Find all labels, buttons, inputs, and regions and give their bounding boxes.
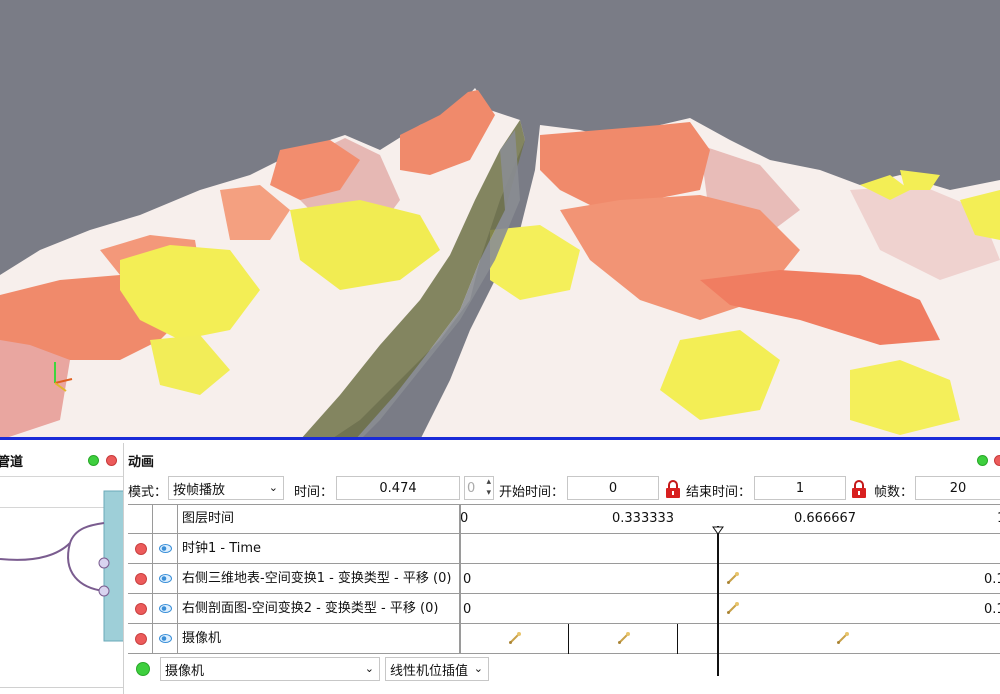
- interpolation-value: 线性机位插值: [390, 663, 469, 679]
- keyframe-end-value: 0.1: [984, 602, 1000, 617]
- panel-close-button[interactable]: [106, 455, 117, 466]
- start-time-input[interactable]: 0: [567, 476, 659, 500]
- remove-track-button[interactable]: [135, 633, 147, 645]
- track-label: 右侧剖面图-空间变换2 - 变换类型 - 平移 (0): [178, 594, 460, 624]
- lock-end-icon[interactable]: [850, 479, 868, 499]
- chevron-down-icon: ⌄: [473, 662, 483, 675]
- end-time-value: 1: [795, 480, 805, 496]
- end-time-label: 结束时间：: [686, 485, 752, 500]
- remove-track-button[interactable]: [135, 543, 147, 555]
- mode-select[interactable]: 按帧播放 ⌄: [168, 476, 284, 500]
- frames-label: 帧数：: [874, 485, 914, 500]
- timeline-ruler[interactable]: 0 0.333333 0.666667 1: [460, 504, 1000, 534]
- remove-track-button[interactable]: [135, 603, 147, 615]
- start-time-value: 0: [608, 480, 618, 496]
- keyframe-end-value: 0.1: [984, 572, 1000, 587]
- keyframe-icon[interactable]: [726, 601, 740, 615]
- lock-start-icon[interactable]: [664, 479, 682, 499]
- tick-label: 0.333333: [612, 511, 675, 526]
- frames-input[interactable]: 20: [915, 476, 1000, 500]
- keyframe-start-value: 0: [463, 572, 472, 587]
- 3d-terrain-view[interactable]: [0, 0, 1000, 440]
- end-time-input[interactable]: 1: [754, 476, 846, 500]
- chevron-down-icon: ⌄: [364, 662, 374, 675]
- keyframe-icon[interactable]: [508, 631, 522, 645]
- track-row[interactable]: 右侧剖面图-空间变换2 - 变换类型 - 平移 (0) 0 0.1: [128, 594, 1000, 624]
- eye-toggle-icon[interactable]: [159, 604, 172, 613]
- eye-toggle-icon[interactable]: [159, 544, 172, 553]
- track-label: 右侧三维地表-空间变换1 - 变换类型 - 平移 (0): [178, 564, 460, 594]
- remove-track-button[interactable]: [135, 573, 147, 585]
- animation-panel-close-button[interactable]: [994, 455, 1000, 466]
- time-label: 时间：: [294, 485, 334, 500]
- track-label: 时钟1 - Time: [178, 534, 460, 564]
- panel-float-button[interactable]: [88, 455, 99, 466]
- track-label: 摄像机: [178, 624, 460, 654]
- track-timeline[interactable]: 0 0.1: [460, 594, 1000, 624]
- keyframe-icon[interactable]: [836, 631, 850, 645]
- add-track-row: 摄像机 ⌄ 线性机位插值 ⌄: [128, 655, 1000, 685]
- mode-select-value: 按帧播放: [173, 482, 226, 498]
- eye-toggle-icon[interactable]: [159, 634, 172, 643]
- track-row[interactable]: 右侧三维地表-空间变换1 - 变换类型 - 平移 (0) 0 0.1: [128, 564, 1000, 594]
- add-track-button[interactable]: [136, 662, 150, 676]
- keyframe-separator: [568, 624, 569, 654]
- track-source-value: 摄像机: [165, 663, 205, 679]
- track-row[interactable]: 时钟1 - Time: [128, 534, 1000, 564]
- playhead-line[interactable]: [717, 526, 719, 676]
- playhead-handle-icon[interactable]: [712, 526, 724, 536]
- track-timeline[interactable]: [460, 624, 1000, 654]
- time-input-value: 0.474: [379, 480, 417, 496]
- track-source-select[interactable]: 摄像机 ⌄: [160, 657, 380, 681]
- spin-arrows-icon[interactable]: ▴ ▾: [486, 477, 491, 499]
- keyframe-icon[interactable]: [726, 571, 740, 585]
- animation-panel-float-button[interactable]: [977, 455, 988, 466]
- eye-toggle-icon[interactable]: [159, 574, 172, 583]
- track-timeline[interactable]: [460, 534, 1000, 564]
- animation-panel: 动画 模式： 按帧播放 ⌄ 时间： 0.474 0 ▴ ▾ 开始时间： 0 结束时…: [124, 443, 1000, 694]
- tick-label: 0: [460, 511, 469, 526]
- tick-label: 0.666667: [794, 511, 857, 526]
- layer-time-header: 图层时间: [178, 504, 460, 534]
- pipeline-panel: 管道: [0, 443, 124, 694]
- mode-label: 模式：: [128, 485, 168, 500]
- keyframe-start-value: 0: [463, 602, 472, 617]
- terrain-rendering: [0, 88, 1000, 437]
- start-time-label: 开始时间：: [499, 485, 565, 500]
- track-timeline[interactable]: 0 0.1: [460, 564, 1000, 594]
- timeline-header-row: 图层时间 0 0.333333 0.666667 1: [128, 504, 1000, 534]
- frames-value: 20: [949, 480, 967, 496]
- interpolation-select[interactable]: 线性机位插值 ⌄: [385, 657, 489, 681]
- pipeline-graph[interactable]: [0, 483, 124, 683]
- keyframe-icon[interactable]: [617, 631, 631, 645]
- track-row[interactable]: 摄像机: [128, 624, 1000, 654]
- chevron-down-icon: ⌄: [268, 481, 278, 494]
- frame-spinbox[interactable]: 0 ▴ ▾: [464, 476, 494, 500]
- frame-spinbox-value: 0: [467, 480, 476, 496]
- animation-panel-title: 动画: [128, 455, 155, 470]
- time-input[interactable]: 0.474: [336, 476, 460, 500]
- pipeline-panel-title: 管道: [0, 455, 24, 470]
- keyframe-separator: [677, 624, 678, 654]
